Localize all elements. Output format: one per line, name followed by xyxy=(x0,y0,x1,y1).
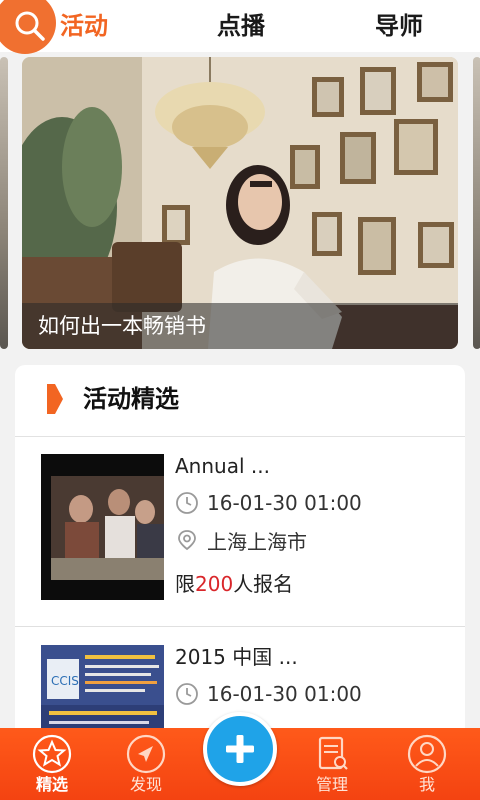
nav-label: 管理 xyxy=(315,775,348,794)
limit-count: 200 xyxy=(195,572,234,596)
nav-me[interactable]: 我 xyxy=(382,728,472,800)
event-list-item[interactable]: Annual ... 16-01-30 01:00 上海上海市 限200人报名 xyxy=(15,437,465,627)
clock-icon xyxy=(176,492,198,514)
nav-label: 我 xyxy=(418,775,435,794)
limit-prefix: 限 xyxy=(175,572,195,596)
svg-text:CCIS: CCIS xyxy=(51,674,79,688)
compass-icon xyxy=(126,734,166,774)
event-time: 16-01-30 01:00 xyxy=(207,491,362,515)
tab-activity[interactable]: 活动 xyxy=(54,8,114,44)
section-title: 活动精选 xyxy=(83,385,179,413)
clock-icon xyxy=(176,683,198,705)
next-banner-peek[interactable] xyxy=(473,57,480,349)
nav-featured[interactable]: 精选 xyxy=(7,728,97,800)
nav-discover[interactable]: 发现 xyxy=(101,728,191,800)
star-icon xyxy=(32,734,72,774)
previous-banner-peek[interactable] xyxy=(0,57,8,349)
event-signup-limit: 限200人报名 xyxy=(175,569,293,599)
document-search-icon xyxy=(318,736,348,770)
plus-icon xyxy=(226,735,254,763)
banner-slide[interactable]: 如何出一本畅销书 xyxy=(22,57,458,349)
nav-manage[interactable]: 管理 xyxy=(287,728,377,800)
banner-carousel[interactable]: 如何出一本畅销书 xyxy=(0,57,480,349)
nav-label: 精选 xyxy=(35,775,68,794)
section-marker-icon xyxy=(47,384,63,414)
tab-mentors[interactable]: 导师 xyxy=(364,8,434,44)
user-icon xyxy=(407,734,447,774)
banner-caption: 如何出一本畅销书 xyxy=(22,303,458,349)
event-time-row: 16-01-30 01:00 xyxy=(175,679,362,709)
section-header: 活动精选 xyxy=(15,365,465,437)
search-icon xyxy=(15,11,45,41)
event-location: 上海上海市 xyxy=(207,529,307,554)
nav-label: 发现 xyxy=(129,775,162,794)
location-pin-icon xyxy=(178,530,196,551)
event-thumbnail xyxy=(41,454,164,600)
top-tab-bar: 活动 点播 导师 xyxy=(0,0,480,54)
add-button[interactable] xyxy=(203,712,277,786)
event-title: 2015 中国 ... xyxy=(175,645,298,669)
tab-on-demand[interactable]: 点播 xyxy=(206,8,276,44)
search-button[interactable] xyxy=(0,0,56,54)
event-title: Annual ... xyxy=(175,454,270,478)
event-location-row: 上海上海市 xyxy=(175,525,307,555)
event-time: 16-01-30 01:00 xyxy=(207,682,362,706)
event-time-row: 16-01-30 01:00 xyxy=(175,488,362,518)
limit-suffix: 人报名 xyxy=(233,572,294,596)
